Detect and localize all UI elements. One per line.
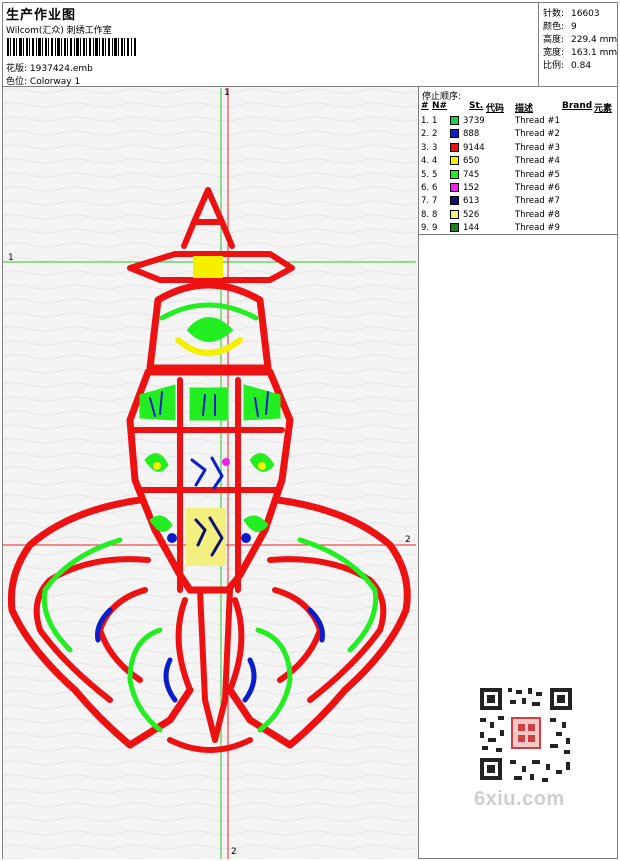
stop-sequence-row: 5. 5 745 Thread #5 xyxy=(419,169,617,182)
color-swatch xyxy=(450,169,459,179)
stat-value: 16603 xyxy=(571,9,600,19)
stat-value: 0.84 xyxy=(571,61,592,71)
row-code: 745 xyxy=(463,169,480,180)
qr-code-graphic xyxy=(470,680,582,790)
row-index: 3. xyxy=(421,142,430,153)
row-needle: 7 xyxy=(432,196,438,207)
stat-value: 9 xyxy=(571,22,577,32)
row-needle: 4 xyxy=(432,156,438,167)
studio-name: Wilcom(汇众) 刺绣工作室 xyxy=(6,26,112,36)
row-needle: 8 xyxy=(432,209,438,220)
col-element: 元素 xyxy=(594,104,613,114)
row-needle: 5 xyxy=(432,169,438,180)
stat-height: 高度: 229.4 mm xyxy=(543,32,617,45)
col-brand: Brand xyxy=(562,101,593,111)
stat-label: 比例: xyxy=(543,61,565,71)
row-index: 4. xyxy=(421,156,430,167)
row-code: 526 xyxy=(463,209,480,220)
stat-label: 宽度: xyxy=(543,48,565,58)
row-needle: 6 xyxy=(432,183,438,193)
row-code: 9144 xyxy=(463,142,485,153)
color-swatch xyxy=(450,223,459,233)
row-desc: Thread #7 xyxy=(515,196,560,207)
col-code: 代码 xyxy=(486,104,505,114)
stat-scale: 比例: 0.84 xyxy=(543,58,591,71)
row-index: 6. xyxy=(421,183,430,193)
guide-label-h1: 1 xyxy=(8,253,14,263)
stat-value: 163.1 mm xyxy=(571,48,618,58)
color-swatch xyxy=(450,209,459,219)
row-index: 5. xyxy=(421,169,430,180)
colorway-label: 色位: xyxy=(6,77,28,87)
stat-label: 针数: xyxy=(543,9,565,19)
stat-value: 229.4 mm xyxy=(571,35,618,45)
stat-colors: 颜色: 9 xyxy=(543,19,577,32)
stop-sequence-row: 6. 6 152 Thread #6 xyxy=(419,182,617,195)
row-code: 3739 xyxy=(463,116,485,126)
stop-sequence-row: 1. 1 3739 Thread #1 xyxy=(419,115,617,128)
col-stop: St. xyxy=(469,101,484,111)
design-canvas: 1 1 2 2 xyxy=(3,87,419,859)
row-desc: Thread #5 xyxy=(515,169,560,180)
row-desc: Thread #8 xyxy=(515,209,560,220)
design-file: 1937424.emb xyxy=(29,64,93,74)
row-desc: Thread #2 xyxy=(515,129,560,140)
row-index: 9. xyxy=(421,223,430,234)
qr-code xyxy=(470,680,582,790)
design-label: 花版: xyxy=(6,64,28,74)
col-desc: 描述 xyxy=(515,104,534,114)
color-swatch xyxy=(450,142,459,152)
row-desc: Thread #1 xyxy=(515,116,560,126)
stop-sequence-row: 7. 7 613 Thread #7 xyxy=(419,195,617,208)
row-code: 144 xyxy=(463,223,480,234)
stop-sequence-row: 3. 3 9144 Thread #3 xyxy=(419,142,617,155)
row-needle: 3 xyxy=(432,142,438,153)
design-file-line: 花版: 1937424.emb xyxy=(6,61,93,74)
embroidery-design xyxy=(3,87,418,859)
row-index: 1. xyxy=(421,116,430,126)
row-code: 650 xyxy=(463,156,480,167)
stop-sequence-header: # N# St. 代码 描述 Brand 元素 xyxy=(419,101,617,114)
color-swatch xyxy=(450,196,459,206)
watermark-logo: 6xiu.com xyxy=(474,788,565,810)
row-desc: Thread #3 xyxy=(515,142,560,153)
stat-label: 高度: xyxy=(543,35,565,45)
row-index: 2. xyxy=(421,129,430,140)
row-desc: Thread #6 xyxy=(515,183,560,193)
color-swatch xyxy=(450,156,459,166)
row-code: 888 xyxy=(463,129,480,140)
stat-stitches: 针数: 16603 xyxy=(543,6,600,19)
barcode xyxy=(7,38,136,56)
row-index: 7. xyxy=(421,196,430,207)
col-needle: N# xyxy=(432,101,448,111)
row-desc: Thread #4 xyxy=(515,156,560,167)
color-swatch xyxy=(450,129,459,139)
row-code: 152 xyxy=(463,183,480,193)
row-needle: 2 xyxy=(432,129,438,140)
row-code: 613 xyxy=(463,196,480,207)
colorway-line: 色位: Colorway 1 xyxy=(6,74,80,87)
guide-label-v2: 2 xyxy=(231,847,237,857)
stat-label: 颜色: xyxy=(543,22,565,32)
guide-label-h2: 2 xyxy=(405,535,411,545)
col-index: # xyxy=(421,101,429,111)
colorway-value: Colorway 1 xyxy=(29,77,81,87)
row-desc: Thread #9 xyxy=(515,223,560,234)
row-needle: 9 xyxy=(432,223,438,234)
stop-sequence-row: 9. 9 144 Thread #9 xyxy=(419,222,617,235)
stat-width: 宽度: 163.1 mm xyxy=(543,45,617,58)
stop-sequence-row: 8. 8 526 Thread #8 xyxy=(419,209,617,222)
page-title: 生产作业图 xyxy=(6,8,77,23)
color-swatch xyxy=(450,116,459,125)
stop-sequence-row: 2. 2 888 Thread #2 xyxy=(419,128,617,141)
stop-sequence-panel: 停止顺序: # N# St. 代码 描述 Brand 元素 1. 1 3739 Thr… xyxy=(419,87,617,235)
row-needle: 1 xyxy=(432,116,438,126)
guide-label-v1: 1 xyxy=(224,88,230,98)
row-index: 8. xyxy=(421,209,430,220)
color-swatch xyxy=(450,183,459,192)
stop-sequence-row: 4. 4 650 Thread #4 xyxy=(419,155,617,168)
